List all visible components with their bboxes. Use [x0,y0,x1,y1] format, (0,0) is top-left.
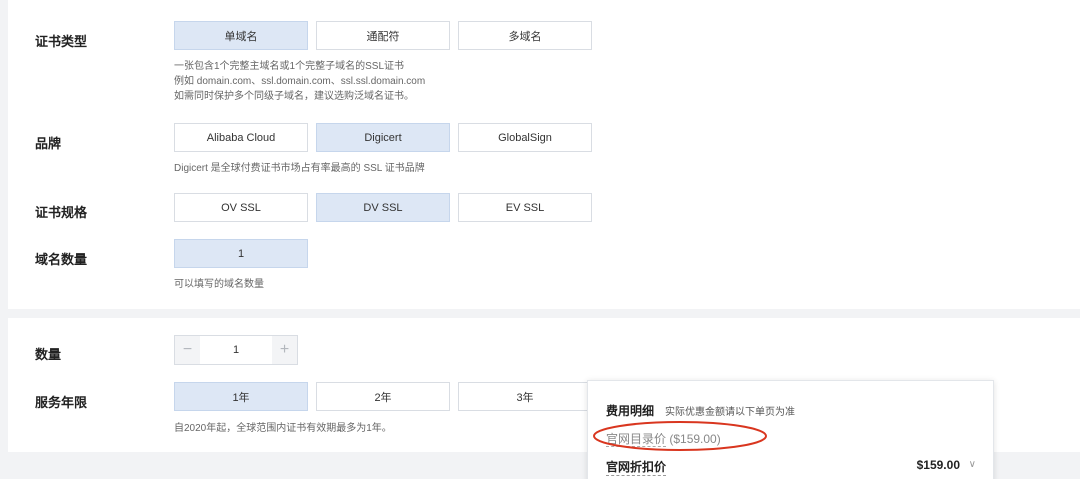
cert-type-hint-line: 一张包含1个完整主域名或1个完整子域名的SSL证书 [174,61,405,72]
duration-hint: 自2020年起，全球范围内证书有效期最多为1年。 [174,423,392,434]
cert-type-hint: 一张包含1个完整主域名或1个完整子域名的SSL证书 例如 domain.com、… [174,59,425,104]
increment-button[interactable]: + [272,336,297,364]
duration-option-2y[interactable]: 2年 [316,382,450,411]
cert-type-hint-line: 例如 domain.com、ssl.domain.com、ssl.ssl.dom… [174,76,426,87]
chevron-down-icon[interactable]: ∨ [969,459,976,470]
discount-price-label: 官网折扣价 [606,460,667,476]
duration-option-1y[interactable]: 1年 [174,382,308,411]
brand-option-globalsign[interactable]: GlobalSign [458,123,592,152]
duration-label: 服务年限 [35,395,88,410]
spec-label: 证书规格 [35,205,88,220]
cert-type-option-wildcard[interactable]: 通配符 [316,21,450,50]
brand-option-alibaba[interactable]: Alibaba Cloud [174,123,308,152]
domain-count-field[interactable]: 1 [174,239,308,268]
cert-type-label: 证书类型 [35,34,88,49]
domain-count-label: 域名数量 [35,252,88,267]
brand-label: 品牌 [35,136,62,151]
quantity-label: 数量 [35,347,62,362]
spec-option-ov[interactable]: OV SSL [174,193,308,222]
list-price-label: 官网目录价 [606,432,667,447]
brand-hint: Digicert 是全球付费证书市场占有率最高的 SSL 证书品牌 [174,163,425,174]
cert-type-hint-line: 如需同时保护多个同级子域名，建议选购泛域名证书。 [174,91,414,102]
list-price-value: ($159.00) [669,432,721,446]
fee-detail-popover: 费用明细 实际优惠金额请以下单页为准 官网目录价 ($159.00) 官网折扣价… [587,380,994,479]
fee-title: 费用明细 [606,404,655,418]
domain-count-hint: 可以填写的域名数量 [174,279,264,290]
duration-option-3y[interactable]: 3年 [458,382,592,411]
list-price: 官网目录价 ($159.00) [606,430,721,447]
quantity-stepper[interactable]: − 1 + [174,335,298,365]
fee-note: 实际优惠金额请以下单页为准 [665,407,795,418]
discount-price-value: $159.00 [916,458,960,472]
decrement-button[interactable]: − [175,336,200,364]
spec-option-ev[interactable]: EV SSL [458,193,592,222]
cert-type-option-multi[interactable]: 多域名 [458,21,592,50]
certificate-spec-panel: 证书类型 单域名 通配符 多域名 一张包含1个完整主域名或1个完整子域名的SSL… [8,0,1080,309]
cert-type-option-single[interactable]: 单域名 [174,21,308,50]
brand-option-digicert[interactable]: Digicert [316,123,450,152]
quantity-value[interactable]: 1 [200,336,272,364]
spec-option-dv[interactable]: DV SSL [316,193,450,222]
